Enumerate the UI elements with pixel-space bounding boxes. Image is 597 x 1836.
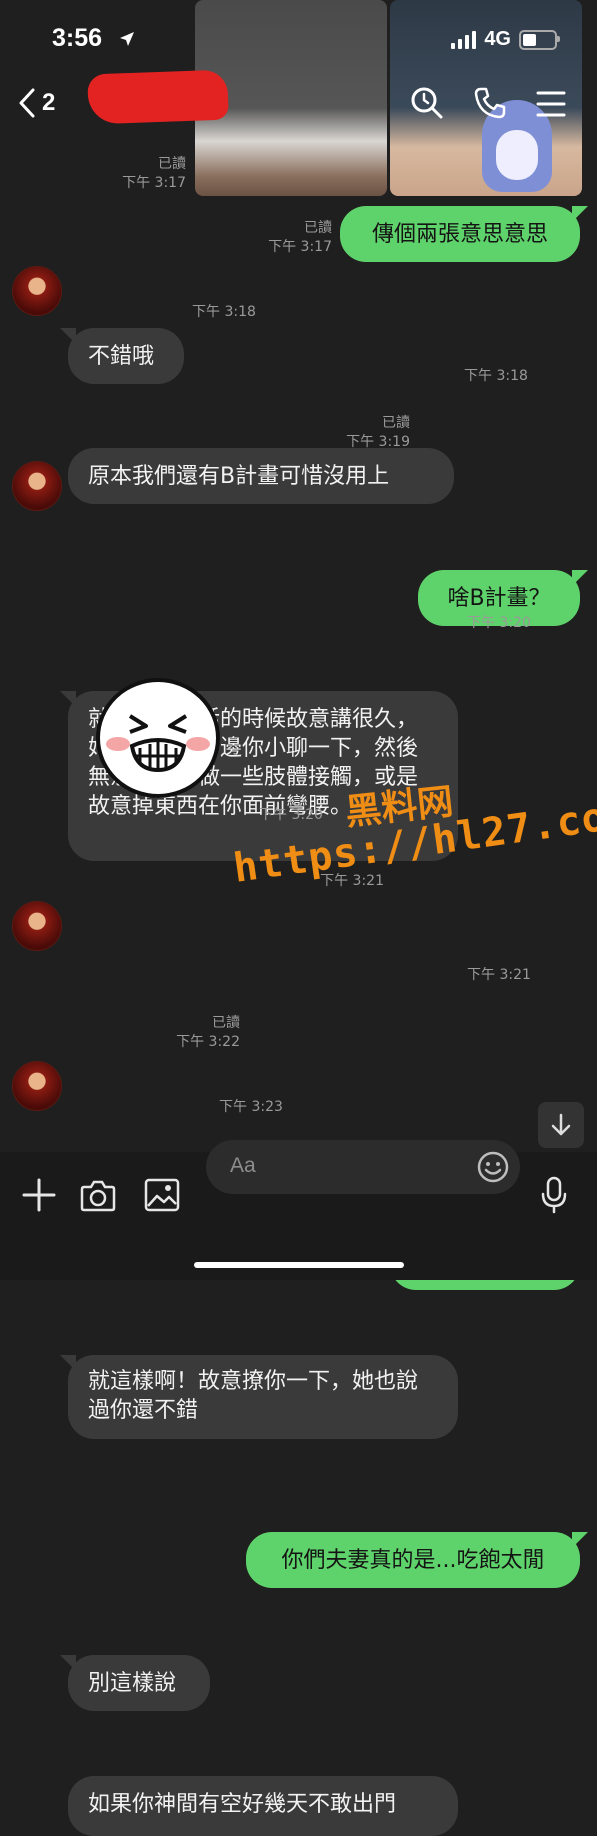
incoming-message-bubble[interactable]: 別這樣說: [60, 1655, 210, 1711]
incoming-message-bubble[interactable]: 就這樣啊！故意撩你一下，她也說過你還不錯: [60, 1355, 458, 1439]
avatar[interactable]: [12, 1061, 62, 1111]
signal-icon: [451, 30, 477, 49]
avatar[interactable]: [12, 901, 62, 951]
network-label: 4G: [484, 28, 511, 50]
message-time: 下午 3:21: [467, 967, 531, 983]
location-arrow-icon: [120, 32, 134, 46]
menu-icon[interactable]: [536, 90, 566, 118]
arrow-down-icon: [551, 1113, 571, 1136]
outgoing-message-bubble[interactable]: 傳個兩張意思意思: [340, 206, 588, 262]
read-receipt: 已讀: [212, 1015, 240, 1031]
phone-icon[interactable]: [473, 86, 507, 120]
sticker-face-icon: [96, 678, 220, 798]
plus-icon[interactable]: [22, 1178, 56, 1212]
search-icon[interactable]: [410, 86, 444, 120]
message-time: 下午 3:17: [122, 175, 186, 191]
message-meta: 已讀 下午 3:17: [100, 155, 186, 193]
microphone-icon[interactable]: [540, 1176, 568, 1214]
read-receipt: 已讀: [158, 156, 186, 172]
status-indicators: 4G: [451, 28, 560, 51]
laughing-face-sticker[interactable]: [96, 678, 220, 798]
message-meta: 已讀 下午 3:17: [240, 219, 332, 257]
unread-count: 2: [42, 89, 56, 116]
read-receipt: 已讀: [382, 415, 410, 431]
message-input-placeholder: Aa: [230, 1154, 256, 1177]
emoji-icon[interactable]: [476, 1150, 510, 1184]
message-meta: 已讀 下午 3:22: [150, 1014, 240, 1052]
message-time: 下午 3:20: [467, 615, 531, 631]
avatar[interactable]: [12, 461, 62, 511]
incoming-message-bubble[interactable]: 如果你神間有空好幾天不敢出門: [68, 1776, 458, 1836]
read-receipt: 已讀: [304, 220, 332, 236]
message-input[interactable]: Aa: [206, 1140, 520, 1194]
home-indicator: [194, 1262, 404, 1268]
message-time: 下午 3:22: [176, 1034, 240, 1050]
redacted-contact-name: [87, 69, 229, 125]
status-time: 3:56: [52, 24, 103, 52]
incoming-message-bubble[interactable]: 不錯哦: [60, 328, 184, 384]
camera-icon[interactable]: [80, 1178, 116, 1212]
image-icon[interactable]: [144, 1178, 180, 1212]
message-time: 下午 3:18: [464, 368, 528, 384]
avatar[interactable]: [12, 266, 62, 316]
battery-icon: [519, 29, 560, 50]
message-time: 下午 3:18: [192, 304, 256, 320]
message-time: 下午 3:23: [219, 1099, 283, 1115]
message-time: 下午 3:20: [259, 807, 323, 823]
chevron-left-icon: [19, 88, 35, 118]
scroll-to-bottom-button[interactable]: [538, 1102, 584, 1148]
back-button[interactable]: 2: [18, 88, 55, 118]
message-meta: 已讀 下午 3:19: [318, 414, 410, 452]
incoming-message-bubble[interactable]: 原本我們還有B計畫可惜沒用上: [68, 448, 454, 504]
outgoing-message-bubble[interactable]: 你們夫妻真的是...吃飽太閒: [246, 1532, 588, 1588]
message-time: 下午 3:17: [268, 239, 332, 255]
message-time: 下午 3:19: [346, 434, 410, 450]
